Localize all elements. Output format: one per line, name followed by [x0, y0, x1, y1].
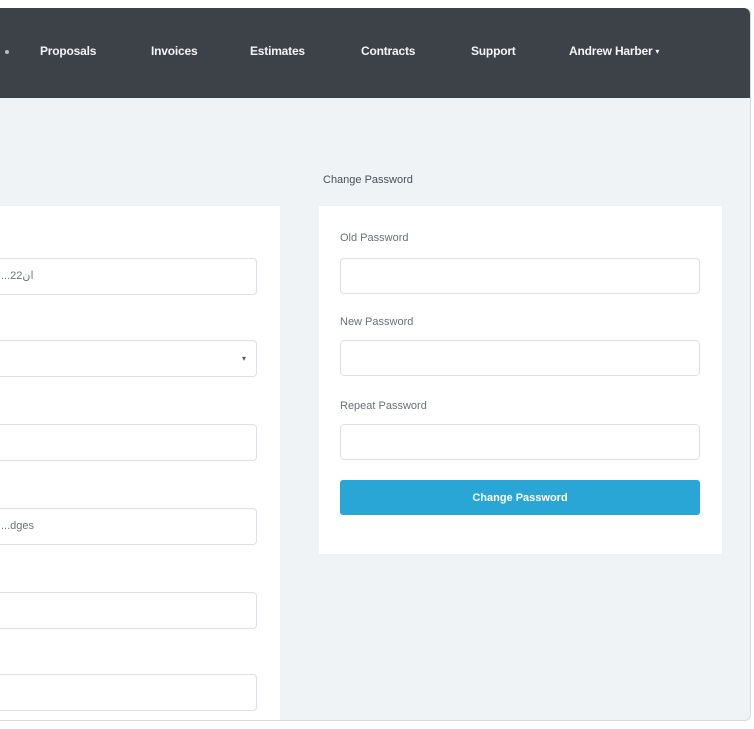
change-password-button[interactable]: Change Password	[340, 480, 700, 515]
nav-invoices[interactable]: Invoices	[151, 44, 198, 58]
nav-estimates[interactable]: Estimates	[250, 44, 305, 58]
old-password-field[interactable]	[340, 258, 700, 294]
profile-text-field[interactable]	[0, 592, 257, 629]
profile-text-field[interactable]: ...ان22	[0, 258, 257, 295]
chevron-down-icon: ▾	[241, 354, 246, 363]
nav-overflow-indicator	[5, 50, 9, 54]
repeat-password-label: Repeat Password	[340, 400, 427, 412]
profile-text-field[interactable]: ...dges	[0, 508, 257, 545]
top-navbar: Proposals Invoices Estimates Contracts S…	[0, 8, 750, 98]
repeat-password-field[interactable]	[340, 424, 700, 460]
nav-support[interactable]: Support	[471, 44, 516, 58]
change-password-card: Old Password New Password Repeat Passwor…	[319, 206, 722, 554]
nav-proposals[interactable]: Proposals	[40, 44, 96, 58]
profile-text-field[interactable]	[0, 424, 257, 461]
chevron-down-icon: ▾	[655, 47, 660, 56]
profile-text-field[interactable]	[0, 674, 257, 711]
old-password-label: Old Password	[340, 232, 409, 244]
app-window: Proposals Invoices Estimates Contracts S…	[0, 8, 751, 721]
nav-user-menu[interactable]: Andrew Harber ▾	[569, 44, 659, 58]
user-name: Andrew Harber	[569, 44, 653, 58]
profile-form-panel: ...ان22 ▾ ...dges	[0, 206, 280, 720]
nav-contracts[interactable]: Contracts	[361, 44, 415, 58]
new-password-field[interactable]	[340, 340, 700, 376]
change-password-heading: Change Password	[323, 174, 413, 186]
new-password-label: New Password	[340, 316, 414, 328]
profile-select-field[interactable]: ▾	[0, 340, 257, 377]
